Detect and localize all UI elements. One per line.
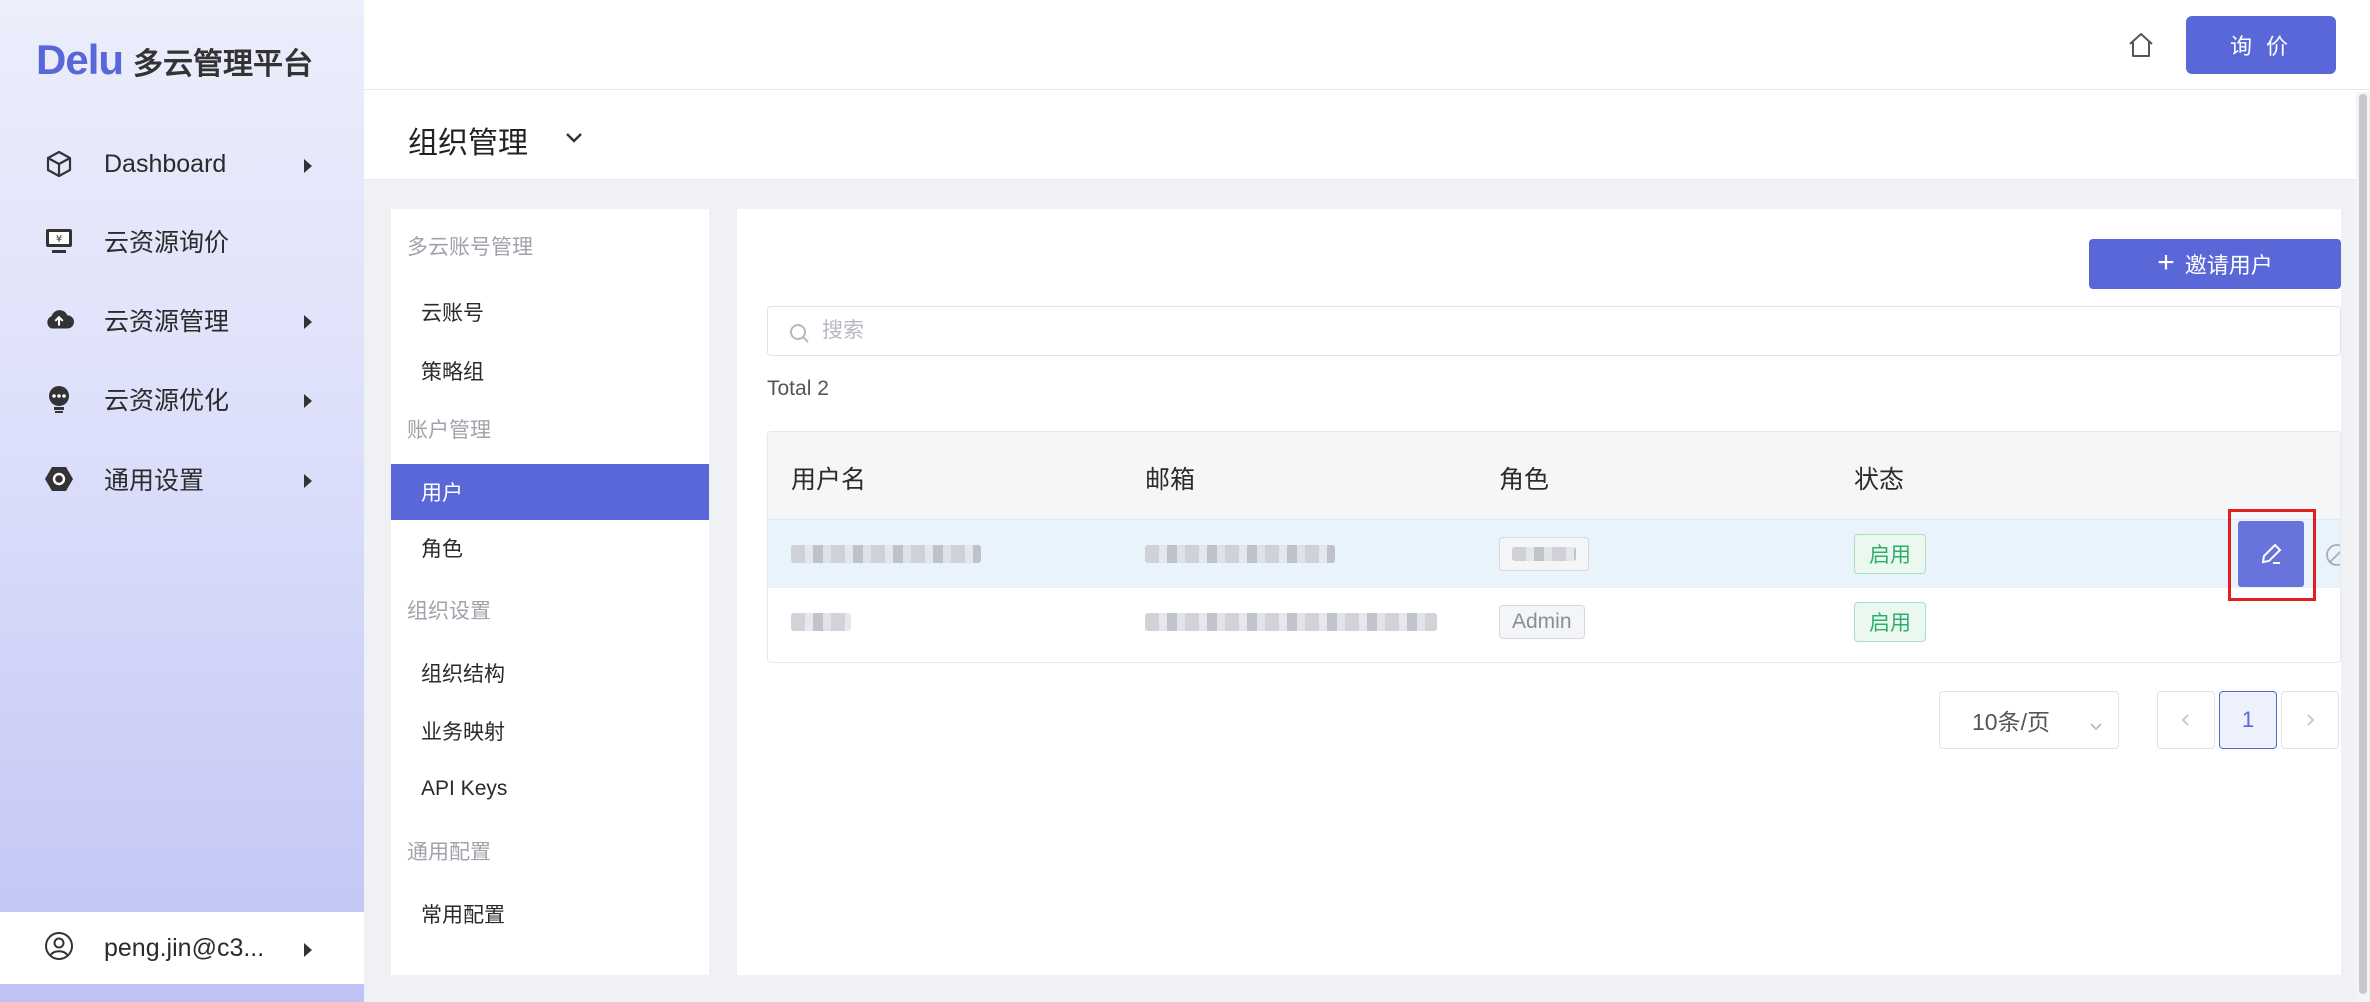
redacted-username: [791, 545, 981, 563]
disable-user-icon[interactable]: [2325, 543, 2340, 572]
total-count: Total 2: [767, 377, 829, 400]
user-circle-icon: [44, 931, 74, 966]
menu-item-common-config[interactable]: 常用配置: [391, 886, 709, 942]
logo-subtitle: 多云管理平台: [133, 48, 314, 81]
settings-menu: 多云账号管理 云账号 策略组 账户管理 用户 角色 组织设置 组织结构 业务映射…: [391, 209, 709, 975]
caret-right-icon: [304, 159, 312, 173]
page-scrollbar[interactable]: [2356, 92, 2370, 1002]
sidebar-item-dashboard[interactable]: Dashboard: [0, 132, 364, 196]
page-title: 组织管理: [408, 127, 528, 160]
chevron-down-icon[interactable]: [562, 126, 586, 155]
users-content: + 邀请用户 Total 2 用户名 邮箱 角色 状态 启用: [737, 209, 2341, 975]
sidebar-item-label: 云资源优化: [104, 387, 230, 415]
menu-group-title: 多云账号管理: [407, 236, 533, 259]
edit-icon: [2261, 543, 2282, 564]
monitor-yen-icon: ¥: [44, 226, 74, 256]
table-row[interactable]: Admin 启用: [768, 588, 2340, 656]
table-header: 用户名 邮箱 角色 状态: [768, 432, 2340, 520]
search-input[interactable]: [822, 315, 2302, 347]
role-tag: Admin: [1499, 605, 1585, 639]
column-header-role: 角色: [1499, 466, 1550, 494]
prev-page-button[interactable]: [2157, 691, 2215, 749]
page-number-button[interactable]: 1: [2219, 691, 2277, 749]
sidebar-item-cloud-optimize[interactable]: 云资源优化: [0, 367, 364, 431]
menu-item-org-structure[interactable]: 组织结构: [391, 645, 709, 701]
status-badge: 启用: [1854, 602, 1926, 642]
top-header: 询 价: [364, 0, 2370, 90]
email-cell: [1145, 588, 1437, 656]
invite-user-label: 邀请用户: [2184, 253, 2273, 278]
quote-button[interactable]: 询 价: [2186, 16, 2336, 74]
next-page-button[interactable]: [2281, 691, 2339, 749]
redacted-username: [791, 613, 851, 631]
sidebar-item-label: 通用设置: [104, 467, 205, 495]
home-icon[interactable]: [2126, 30, 2156, 60]
username-cell: [791, 588, 851, 656]
column-header-status: 状态: [1854, 466, 1905, 494]
page-header: 组织管理: [364, 90, 2370, 180]
menu-item-users[interactable]: 用户: [391, 464, 709, 520]
user-account-label: peng.jin@c3...: [104, 933, 265, 962]
chevron-down-icon: [2088, 714, 2104, 741]
redacted-email: [1145, 613, 1437, 631]
invite-user-button[interactable]: + 邀请用户: [2089, 239, 2341, 289]
sidebar: Delu 多云管理平台 Dashboard ¥ 云资源询价 云资源管理 云资源优…: [0, 0, 364, 1002]
table-row[interactable]: 启用: [768, 509, 2340, 601]
role-cell: [1499, 520, 1589, 588]
caret-right-icon: [304, 315, 312, 329]
chevron-left-icon: [2181, 714, 2189, 726]
users-table: 用户名 邮箱 角色 状态 启用 Admin 启用: [767, 431, 2341, 663]
sidebar-item-general-settings[interactable]: 通用设置: [0, 447, 364, 511]
cloud-upload-icon: [44, 305, 74, 335]
username-cell: [791, 520, 981, 588]
status-cell: 启用: [1854, 520, 1926, 588]
column-header-email: 邮箱: [1145, 466, 1196, 494]
sidebar-item-cloud-quote[interactable]: ¥ 云资源询价: [0, 209, 364, 273]
menu-group-title: 通用配置: [407, 841, 491, 864]
edit-user-button[interactable]: [2238, 521, 2304, 587]
hexagon-settings-icon: [44, 464, 74, 494]
svg-text:¥: ¥: [56, 234, 62, 245]
sidebar-item-label: 云资源询价: [104, 229, 230, 257]
sidebar-item-label: 云资源管理: [104, 308, 230, 336]
cube-icon: [44, 149, 74, 179]
status-cell: 启用: [1854, 588, 1926, 656]
menu-item-roles[interactable]: 角色: [391, 520, 709, 576]
sidebar-item-label: Dashboard: [104, 149, 227, 178]
role-tag: [1499, 537, 1589, 571]
menu-group-title: 组织设置: [407, 600, 491, 623]
caret-right-icon: [304, 394, 312, 408]
redacted-email: [1145, 545, 1335, 563]
page-size-select[interactable]: 10条/页: [1939, 691, 2119, 749]
search-icon: [788, 322, 810, 349]
menu-item-cloud-account[interactable]: 云账号: [391, 284, 709, 340]
search-box: [767, 306, 2341, 356]
logo-brand: Delu: [36, 36, 124, 83]
menu-group-title: 账户管理: [407, 419, 491, 442]
chevron-right-icon: [2307, 714, 2315, 726]
redacted-role: [1512, 547, 1576, 562]
page-size-value: 10条/页: [1972, 709, 2050, 735]
plus-icon: +: [2157, 245, 2175, 279]
sidebar-item-cloud-manage[interactable]: 云资源管理: [0, 288, 364, 352]
email-cell: [1145, 520, 1335, 588]
column-header-username: 用户名: [791, 466, 867, 494]
caret-right-icon: [304, 943, 312, 957]
logo[interactable]: Delu 多云管理平台: [36, 36, 313, 84]
role-cell: Admin: [1499, 588, 1585, 656]
user-account-menu[interactable]: peng.jin@c3...: [0, 912, 364, 984]
lightbulb-chat-icon: [44, 384, 74, 414]
menu-item-api-keys[interactable]: API Keys: [391, 761, 709, 817]
caret-right-icon: [304, 474, 312, 488]
status-badge: 启用: [1854, 534, 1926, 574]
scrollbar-thumb[interactable]: [2359, 94, 2367, 994]
menu-item-policy-group[interactable]: 策略组: [391, 343, 709, 399]
menu-item-business-mapping[interactable]: 业务映射: [391, 703, 709, 759]
